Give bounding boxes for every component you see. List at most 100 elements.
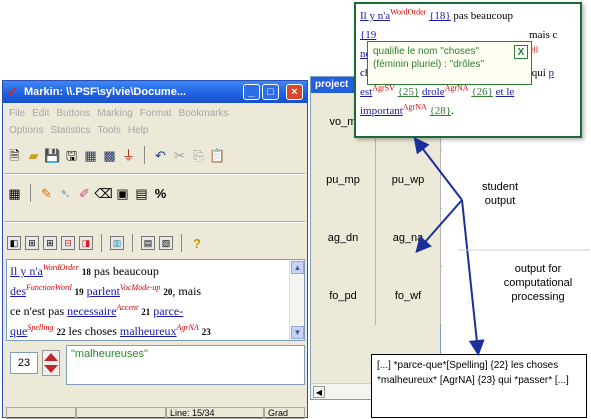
scroll-up-icon[interactable]: ▲ <box>291 261 304 274</box>
undo-icon[interactable]: ↶ <box>153 148 168 163</box>
menu-options[interactable]: Options <box>9 125 43 136</box>
grid-cell[interactable]: fo_wf <box>376 267 441 325</box>
nav-next-icon[interactable]: ⊞ <box>43 236 57 250</box>
error-number: 22 <box>56 327 66 337</box>
error-link[interactable]: {28} <box>430 105 452 117</box>
status-bar: Line: 15/34 Grad <box>6 407 305 419</box>
error-number-field[interactable]: 23 <box>10 352 38 374</box>
table-alt-icon[interactable]: ▩ <box>102 148 117 163</box>
error-tag: WordOrder <box>42 263 79 272</box>
open-folder-icon[interactable]: ▰ <box>26 148 41 163</box>
plain-text: ce n'est pas <box>10 304 68 318</box>
menu-marking[interactable]: Marking <box>97 108 133 119</box>
menu-statistics[interactable]: Statistics <box>50 125 90 136</box>
marked-word[interactable]: que <box>10 324 27 338</box>
marked-word[interactable]: necessaire <box>67 304 116 318</box>
error-number: 23 <box>201 327 211 337</box>
arrow-icon[interactable]: ➷ <box>58 186 73 201</box>
marked-word[interactable]: et le <box>496 86 515 98</box>
plain-text: , mais <box>172 284 202 298</box>
stamp-icon[interactable]: ▣ <box>115 186 130 201</box>
increment-icon[interactable] <box>44 353 58 361</box>
scroll-left-icon[interactable]: ◀ <box>313 386 325 398</box>
error-link[interactable]: {26} <box>471 86 493 98</box>
stamp-alt-icon[interactable]: ▤ <box>134 186 149 201</box>
menu-file[interactable]: File <box>9 108 25 119</box>
error-tag: AgrNA <box>402 102 427 112</box>
pencil-icon[interactable]: ✎ <box>39 186 54 201</box>
checkmark-icon: ✓ <box>7 84 18 99</box>
save-icon[interactable]: 💾 <box>44 148 60 163</box>
comment-field[interactable]: "malheureuses" <box>66 345 305 385</box>
decrement-icon[interactable] <box>44 365 58 373</box>
nav-prev-icon[interactable]: ⊞ <box>25 236 39 250</box>
status-cell-empty <box>76 407 166 419</box>
toolbar-main: 🗎 ▰ 💾 🖫 ▦ ▩ ⏚ ↶ ✂ ⎘ 📋 <box>7 143 226 167</box>
nav-last-icon[interactable]: ◨ <box>79 236 93 250</box>
marked-word[interactable]: drole <box>422 86 445 98</box>
marked-word[interactable]: Il y n'a <box>10 264 43 278</box>
error-link[interactable]: {19 <box>360 29 376 41</box>
menu-buttons[interactable]: Buttons <box>56 108 90 119</box>
filter-icon[interactable]: ⏚ <box>121 148 136 163</box>
error-link[interactable]: {25} <box>398 86 420 98</box>
grid-icon[interactable]: ▦ <box>7 186 22 201</box>
document-text[interactable]: Il y n'aWordOrder 18 pas beaucoup desFun… <box>10 262 289 342</box>
nav-first-icon[interactable]: ◧ <box>7 236 21 250</box>
student-output-popup: Il y n'aWordOrder {18} pas beaucoup {19 … <box>354 2 582 138</box>
document-pane[interactable]: Il y n'aWordOrder 18 pas beaucoup desFun… <box>6 259 305 341</box>
cut-icon[interactable]: ✂ <box>172 148 187 163</box>
menu-edit[interactable]: Edit <box>32 108 49 119</box>
grid-cell[interactable]: fo_pd <box>311 267 376 325</box>
menu-bar-row2: Options Statistics Tools Help <box>9 122 148 138</box>
menu-help[interactable]: Help <box>128 125 149 136</box>
marked-word[interactable]: des <box>10 284 26 298</box>
preview-icon[interactable]: ▧ <box>159 236 173 250</box>
marked-word[interactable]: est <box>360 86 372 98</box>
grid-row: pu_mp pu_wp <box>311 151 442 209</box>
paste-icon[interactable]: 📋 <box>209 148 225 163</box>
error-link[interactable]: {18} <box>429 10 451 22</box>
toolbar-divider <box>5 173 305 175</box>
computational-output-label: output for computational processing <box>488 262 588 304</box>
percent-icon[interactable]: % <box>153 186 168 201</box>
help-icon[interactable]: ? <box>190 236 204 251</box>
marked-word[interactable]: parce- <box>153 304 183 318</box>
print-icon[interactable]: ▤ <box>141 236 155 250</box>
computational-output-box: [...] *parce-que*[Spelling] {22} les cho… <box>371 354 587 418</box>
grid-cell[interactable]: pu_mp <box>311 151 376 209</box>
title-bar[interactable]: ✓ Markin: \\.PSF\sylvie\Docume... _ □ × <box>3 81 307 103</box>
menu-format[interactable]: Format <box>140 108 172 119</box>
eraser-icon[interactable]: ⌫ <box>94 186 112 201</box>
grid-cell[interactable]: pu_wp <box>376 151 441 209</box>
menu-tools[interactable]: Tools <box>97 125 120 136</box>
save-as-icon[interactable]: 🖫 <box>64 148 79 163</box>
marked-word[interactable]: Il y n'a <box>360 10 390 22</box>
marked-word[interactable]: important <box>360 105 403 117</box>
marked-word[interactable]: p <box>549 67 555 79</box>
mode-indicator: Grad <box>264 407 305 419</box>
plain-text: . <box>451 105 454 117</box>
table-icon[interactable]: ▦ <box>83 148 98 163</box>
new-doc-icon[interactable]: 🗎 <box>7 148 22 163</box>
grid-cell[interactable]: ag_na <box>376 209 441 267</box>
scroll-down-icon[interactable]: ▼ <box>291 326 304 339</box>
minimize-button[interactable]: _ <box>243 84 260 100</box>
arrow-to-output-box <box>461 199 485 356</box>
number-stepper[interactable] <box>42 350 60 376</box>
copy-icon[interactable]: ⎘ <box>191 148 206 163</box>
menu-bookmarks[interactable]: Bookmarks <box>179 108 229 119</box>
marked-word[interactable]: parlent <box>87 284 120 298</box>
grid-cell[interactable]: ag_dn <box>311 209 376 267</box>
highlighter-icon[interactable]: ✐ <box>77 186 92 201</box>
close-button[interactable]: × <box>286 84 303 100</box>
plain-text: mais c <box>526 29 558 41</box>
nav-mark-icon[interactable]: ⊟ <box>61 236 75 250</box>
chart-icon[interactable]: ▥ <box>110 236 124 250</box>
line-indicator: Line: 15/34 <box>166 407 264 419</box>
maximize-button[interactable]: □ <box>262 84 279 100</box>
close-icon[interactable]: X <box>514 45 528 59</box>
document-scrollbar[interactable]: ▲ ▼ <box>289 260 304 340</box>
plain-text: pas beaucoup <box>450 10 513 22</box>
marked-word[interactable]: malheureux <box>120 324 177 338</box>
